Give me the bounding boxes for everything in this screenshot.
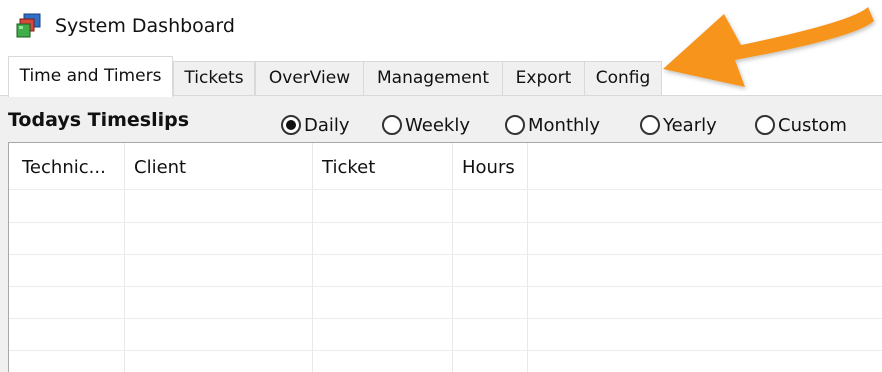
radio-unselected-icon [505,115,525,135]
tab-overview[interactable]: OverView [255,61,364,95]
column-header-technician[interactable]: Technic... [16,143,124,189]
tab-management[interactable]: Management [363,61,503,95]
row-separator [9,318,882,319]
system-dashboard-window: System Dashboard Time and Timers Tickets… [0,0,882,372]
column-divider[interactable] [527,143,528,372]
radio-unselected-icon [640,115,660,135]
section-title: Todays Timeslips [8,109,190,131]
column-divider[interactable] [452,143,453,372]
radio-daily[interactable]: Daily [281,112,350,138]
column-header-hours[interactable]: Hours [456,143,526,189]
title-bar: System Dashboard [0,0,882,56]
tab-time-and-timers[interactable]: Time and Timers [8,56,173,97]
radio-custom-label: Custom [778,114,847,136]
column-divider[interactable] [312,143,313,372]
row-separator [9,189,882,190]
radio-weekly-label: Weekly [405,114,470,136]
column-divider[interactable] [124,143,125,372]
row-separator [9,254,882,255]
column-header-ticket[interactable]: Ticket [316,143,452,189]
row-separator [9,222,882,223]
row-separator [9,286,882,287]
radio-weekly[interactable]: Weekly [382,112,470,138]
radio-yearly-label: Yearly [663,114,717,136]
tab-tickets[interactable]: Tickets [173,61,255,95]
tab-export[interactable]: Export [502,61,585,95]
app-icon [16,13,41,38]
radio-monthly-label: Monthly [528,114,601,136]
row-separator [9,350,882,351]
tab-config[interactable]: Config [584,61,662,95]
radio-yearly[interactable]: Yearly [640,112,717,138]
radio-unselected-icon [382,115,402,135]
radio-custom[interactable]: Custom [755,112,847,138]
radio-daily-label: Daily [304,114,350,136]
window-title: System Dashboard [55,15,235,37]
radio-unselected-icon [755,115,775,135]
radio-selected-icon [281,115,301,135]
radio-monthly[interactable]: Monthly [505,112,600,138]
column-header-client[interactable]: Client [128,143,312,189]
